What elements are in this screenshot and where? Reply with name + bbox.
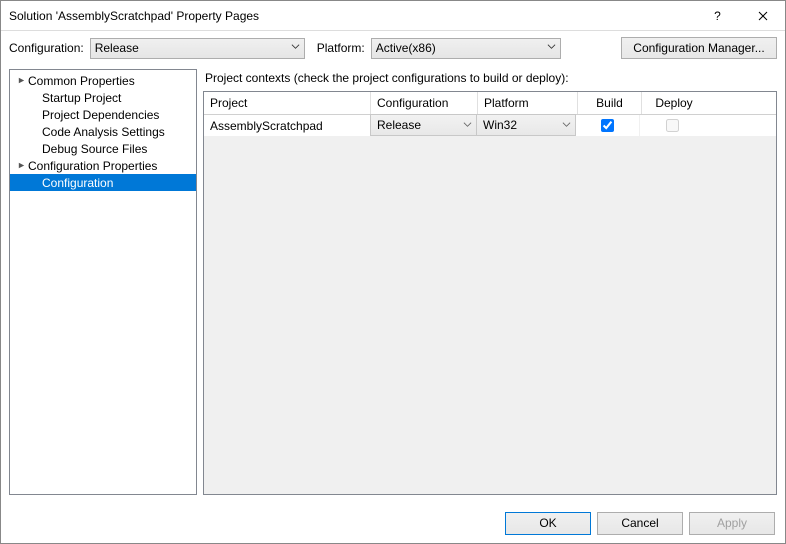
platform-value: Active(x86): [376, 41, 436, 55]
cell-build: [576, 115, 640, 136]
apply-button: Apply: [689, 512, 775, 535]
chevron-down-icon: [291, 42, 300, 51]
cell-deploy: [640, 115, 704, 136]
config-row: Configuration: Release Platform: Active(…: [1, 31, 785, 65]
property-pages-dialog: Solution 'AssemblyScratchpad' Property P…: [0, 0, 786, 544]
expander-icon[interactable]: [16, 76, 26, 86]
configuration-label: Configuration:: [9, 41, 84, 55]
deploy-checkbox: [666, 119, 679, 132]
header-platform[interactable]: Platform: [478, 92, 578, 114]
tree-node-startup-project[interactable]: Startup Project: [10, 89, 196, 106]
content-pane: Project contexts (check the project conf…: [203, 69, 777, 495]
expander-icon[interactable]: [16, 161, 26, 171]
window-title: Solution 'AssemblyScratchpad' Property P…: [9, 9, 695, 23]
configuration-value: Release: [95, 41, 139, 55]
build-checkbox[interactable]: [601, 119, 614, 132]
header-configuration[interactable]: Configuration: [371, 92, 478, 114]
tree-node-code-analysis-settings[interactable]: Code Analysis Settings: [10, 123, 196, 140]
ok-button[interactable]: OK: [505, 512, 591, 535]
header-build[interactable]: Build: [578, 92, 642, 114]
cell-project: AssemblyScratchpad: [204, 115, 371, 136]
grid-header-row: Project Configuration Platform Build Dep…: [204, 92, 776, 115]
help-button[interactable]: ?: [695, 1, 740, 31]
tree-node-configuration[interactable]: Configuration: [10, 174, 196, 191]
tree-node-project-dependencies[interactable]: Project Dependencies: [10, 106, 196, 123]
grid-caption: Project contexts (check the project conf…: [203, 69, 777, 91]
cell-platform-combo[interactable]: Win32: [476, 114, 576, 136]
close-icon: [758, 11, 768, 21]
cancel-button[interactable]: Cancel: [597, 512, 683, 535]
project-contexts-grid: Project Configuration Platform Build Dep…: [203, 91, 777, 495]
nav-tree[interactable]: Common Properties Startup Project Projec…: [9, 69, 197, 495]
tree-node-common-properties[interactable]: Common Properties: [10, 72, 196, 89]
configuration-manager-button[interactable]: Configuration Manager...: [621, 37, 777, 59]
cell-configuration-combo[interactable]: Release: [370, 114, 477, 136]
header-project[interactable]: Project: [204, 92, 371, 114]
tree-node-configuration-properties[interactable]: Configuration Properties: [10, 157, 196, 174]
chevron-down-icon: [562, 120, 571, 129]
dialog-footer: OK Cancel Apply: [1, 503, 785, 543]
header-deploy[interactable]: Deploy: [642, 92, 706, 114]
platform-label: Platform:: [317, 41, 365, 55]
close-button[interactable]: [740, 1, 785, 31]
tree-node-debug-source-files[interactable]: Debug Source Files: [10, 140, 196, 157]
titlebar: Solution 'AssemblyScratchpad' Property P…: [1, 1, 785, 31]
chevron-down-icon: [463, 120, 472, 129]
table-row: AssemblyScratchpad Release Win32: [204, 115, 776, 137]
configuration-combo[interactable]: Release: [90, 38, 305, 59]
platform-combo[interactable]: Active(x86): [371, 38, 561, 59]
dialog-body: Common Properties Startup Project Projec…: [1, 65, 785, 503]
chevron-down-icon: [547, 42, 556, 51]
